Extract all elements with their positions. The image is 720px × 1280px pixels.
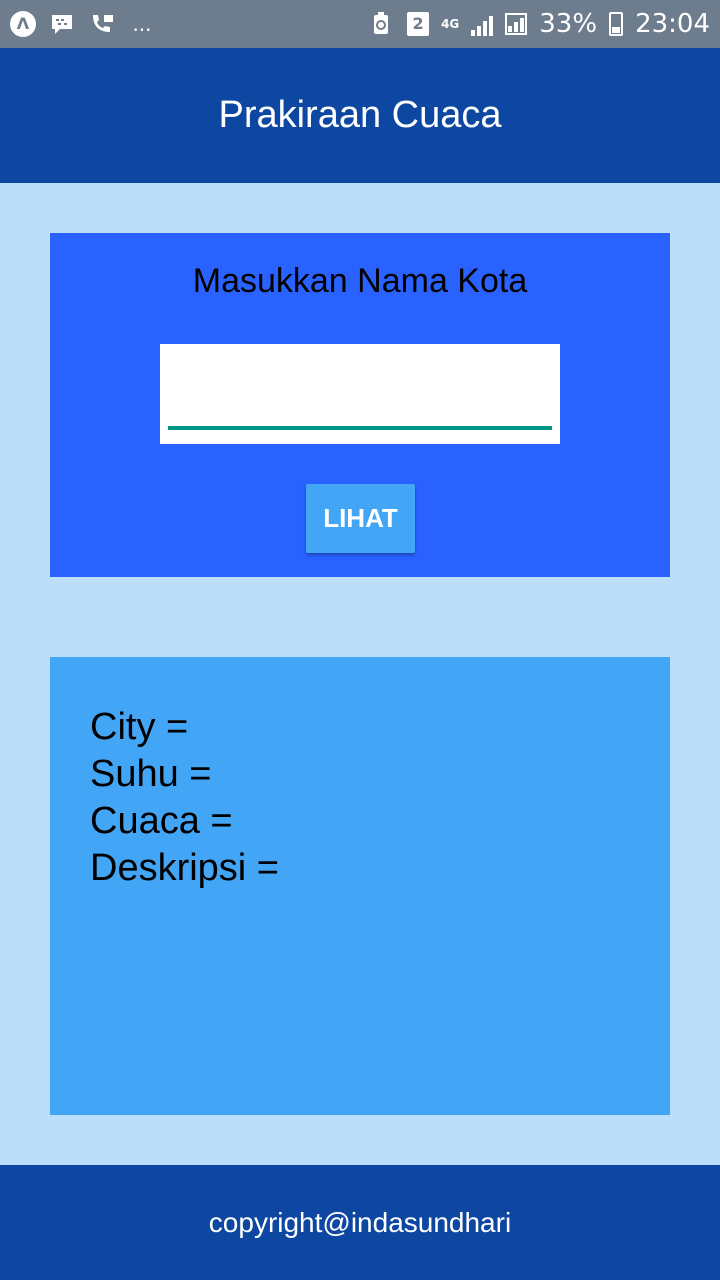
page-title: Prakiraan Cuaca xyxy=(218,94,502,136)
city-input-underline xyxy=(168,426,552,430)
call-forward-icon xyxy=(88,10,116,38)
bbm-icon xyxy=(48,10,76,38)
battery-icon xyxy=(609,12,624,36)
city-input[interactable] xyxy=(168,364,552,424)
copyright-text: copyright@indasundhari xyxy=(208,1206,512,1238)
network-type-label: 4G xyxy=(441,16,460,31)
battery-percentage: 33% xyxy=(539,9,598,39)
weather-result-label: Cuaca = xyxy=(90,800,233,842)
temperature-result-label: Suhu = xyxy=(90,753,212,795)
signal-icon xyxy=(471,12,494,36)
description-result-label: Deskripsi = xyxy=(90,847,279,889)
more-notifications-icon: ... xyxy=(132,12,152,36)
lihat-button[interactable]: LIHAT xyxy=(306,484,415,553)
status-bar-right: 2 4G 33% 23:04 xyxy=(367,9,710,39)
city-result-label: City = xyxy=(90,706,189,748)
sim-icon: 2 xyxy=(407,12,430,36)
city-input-title: Masukkan Nama Kota xyxy=(192,262,528,300)
signal-icon-secondary xyxy=(505,13,528,35)
status-bar-left: Λ ... xyxy=(10,10,156,38)
weather-result-lines: City = Suhu = Cuaca = Deskripsi = xyxy=(90,704,279,892)
app-footer: copyright@indasundhari xyxy=(0,1165,720,1280)
recycle-icon xyxy=(367,10,395,38)
status-bar: Λ ... 2 4G 33% 23:04 xyxy=(0,0,720,48)
app-notification-icon: Λ xyxy=(10,11,36,37)
clock: 23:04 xyxy=(635,9,710,39)
app-header: Prakiraan Cuaca xyxy=(0,48,720,183)
